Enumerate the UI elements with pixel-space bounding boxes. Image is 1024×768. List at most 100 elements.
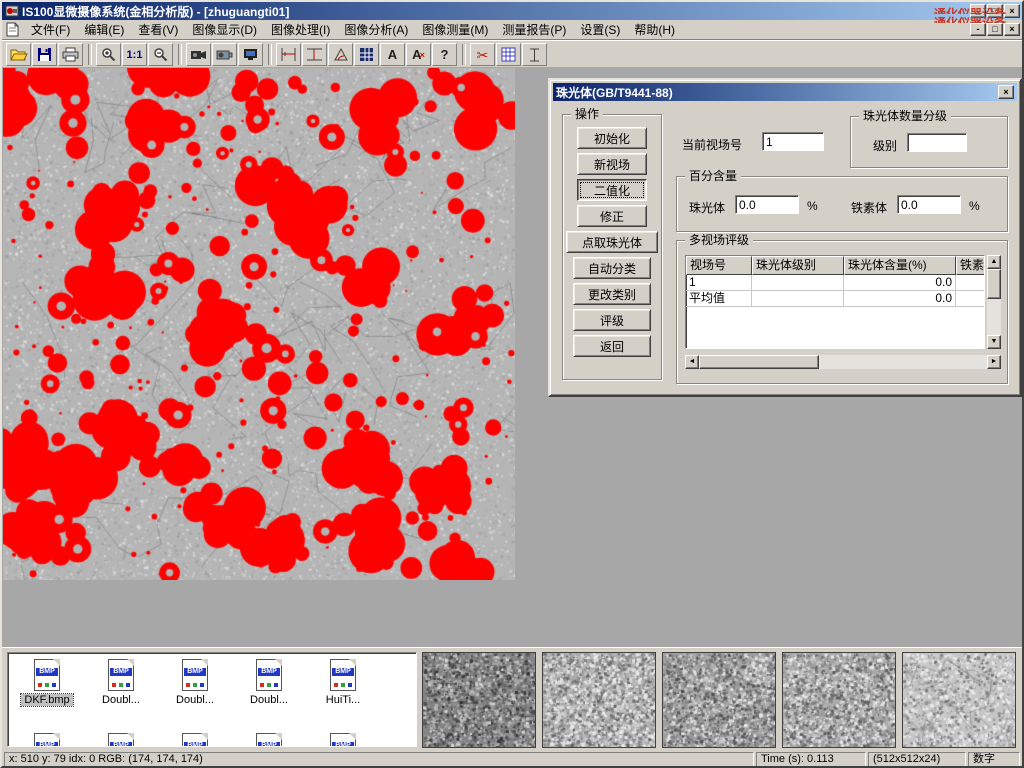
scroll-left-icon[interactable]: ◄: [685, 355, 699, 369]
table-hscrollbar[interactable]: ◄ ►: [685, 355, 1001, 369]
zoom-in-icon[interactable]: [96, 43, 121, 66]
op-button-6[interactable]: 自动分类: [573, 257, 651, 279]
menu-item-2[interactable]: 编辑(E): [77, 19, 131, 40]
menu-item-4[interactable]: 图像显示(D): [185, 19, 264, 40]
title-bar[interactable]: IS100显微摄像系统(金相分析版) - [zhuguangti01] _ □ …: [2, 2, 1022, 20]
menu-item-6[interactable]: 图像分析(A): [337, 19, 415, 40]
hscroll-track[interactable]: [699, 355, 987, 369]
bmp-file-icon: BMP: [182, 733, 208, 747]
table-header-3[interactable]: 珠光体含量(%): [844, 256, 956, 275]
cut-icon[interactable]: ✂: [470, 43, 495, 66]
hscroll-thumb[interactable]: [699, 355, 819, 369]
vscroll-thumb[interactable]: [987, 269, 1001, 299]
save-icon[interactable]: [32, 43, 57, 66]
open-icon[interactable]: [6, 43, 31, 66]
status-bar: x: 510 y: 79 idx: 0 RGB: (174, 174, 174)…: [2, 751, 1022, 768]
menu-item-8[interactable]: 测量报告(P): [495, 19, 573, 40]
current-field-input[interactable]: [762, 132, 824, 151]
caliper-vertical-icon[interactable]: [276, 43, 301, 66]
file-item-partial[interactable]: BMP: [158, 729, 232, 747]
thumbnail-image-4[interactable]: [782, 652, 896, 748]
dialog-close-icon[interactable]: ×: [998, 85, 1014, 99]
thumbnail-image-2[interactable]: [542, 652, 656, 748]
thumbnail-image-1[interactable]: [422, 652, 536, 748]
vscroll-track[interactable]: [987, 269, 1001, 335]
help-icon[interactable]: ?: [432, 43, 457, 66]
bmp-file-icon: BMP: [330, 733, 356, 747]
capture-icon[interactable]: [238, 43, 263, 66]
video-camera-icon[interactable]: [212, 43, 237, 66]
grade-input[interactable]: [907, 133, 967, 152]
file-item-partial[interactable]: BMP: [84, 729, 158, 747]
ferrite-percent-input[interactable]: [897, 195, 961, 214]
bmp-file-icon: BMP: [108, 659, 134, 691]
op-button-5[interactable]: 点取珠光体: [566, 231, 658, 253]
file-item-partial[interactable]: BMP: [232, 729, 306, 747]
cursor-position-panel: x: 510 y: 79 idx: 0 RGB: (174, 174, 174): [4, 752, 754, 767]
dialog-title: 珠光体(GB/T9441-88): [556, 84, 997, 101]
file-item-5[interactable]: BMP HuiTi...: [306, 655, 380, 729]
op-button-8[interactable]: 评级: [573, 309, 651, 331]
text-tool-icon[interactable]: A: [380, 43, 405, 66]
file-item-1[interactable]: BMPDKF.bmp: [10, 655, 84, 729]
table-row[interactable]: 10.0: [686, 275, 984, 291]
menu-item-5[interactable]: 图像处理(I): [264, 19, 337, 40]
pearlite-percent-input[interactable]: [735, 195, 799, 214]
menu-item-3[interactable]: 查看(V): [131, 19, 185, 40]
close-icon[interactable]: ×: [1004, 4, 1020, 18]
file-item-partial[interactable]: BMP: [306, 729, 380, 747]
camera-dark-icon[interactable]: [186, 43, 211, 66]
zoom-out-icon[interactable]: [148, 43, 173, 66]
multifield-group-title: 多视场评级: [685, 233, 753, 247]
workspace: 珠光体(GB/T9441-88) × 操作 初始化新视场二值化修正点取珠光体自动…: [2, 67, 1022, 647]
thumbnail-image-3[interactable]: [662, 652, 776, 748]
file-item-3[interactable]: BMPDoubl...: [158, 655, 232, 729]
table-body: 10.0平均值0.0: [686, 275, 984, 307]
menu-item-1[interactable]: 文件(F): [24, 19, 77, 40]
scroll-down-icon[interactable]: ▼: [987, 335, 1001, 349]
app-window: IS100显微摄像系统(金相分析版) - [zhuguangti01] _ □ …: [0, 0, 1024, 768]
actual-size-icon[interactable]: 1:1: [122, 43, 147, 66]
op-button-4[interactable]: 修正: [577, 205, 647, 227]
overlay-grid-icon[interactable]: [496, 43, 521, 66]
grid-dark-icon[interactable]: [354, 43, 379, 66]
op-button-3[interactable]: 二值化: [577, 179, 647, 201]
table-header-2[interactable]: 珠光体级别: [752, 256, 844, 275]
file-item-partial[interactable]: BMP: [10, 729, 84, 747]
thumbnail-image-5[interactable]: [902, 652, 1016, 748]
menu-item-10[interactable]: 帮助(H): [627, 19, 682, 40]
text-erase-icon[interactable]: A×: [406, 43, 431, 66]
op-button-9[interactable]: 返回: [573, 335, 651, 357]
toolbar-separator: [268, 44, 272, 65]
op-button-1[interactable]: 初始化: [577, 127, 647, 149]
cut-glyph: ✂: [477, 48, 489, 62]
file-item-2[interactable]: BMPDoubl...: [84, 655, 158, 729]
caliper-horizontal-icon[interactable]: [302, 43, 327, 66]
angle-measure-icon[interactable]: [328, 43, 353, 66]
pearlite-unit: %: [807, 199, 818, 213]
specimen-image[interactable]: [3, 68, 515, 580]
menu-item-9[interactable]: 设置(S): [573, 19, 627, 40]
mdi-minimize-icon[interactable]: -: [970, 23, 986, 36]
table-header-4[interactable]: 铁素: [956, 256, 985, 275]
toolbar-separator: [178, 44, 182, 65]
ruler-icon[interactable]: [522, 43, 547, 66]
scroll-right-icon[interactable]: ►: [987, 355, 1001, 369]
table-row[interactable]: 平均值0.0: [686, 291, 984, 307]
scroll-up-icon[interactable]: ▲: [987, 255, 1001, 269]
mdi-close-icon[interactable]: ×: [1004, 23, 1020, 36]
menu-bar: 文件(F)编辑(E)查看(V)图像显示(D)图像处理(I)图像分析(A)图像测量…: [2, 20, 1022, 40]
file-name: HuiTi...: [323, 694, 363, 706]
bmp-file-icon: BMP: [330, 659, 356, 691]
document-icon[interactable]: [6, 22, 20, 37]
dialog-title-bar[interactable]: 珠光体(GB/T9441-88) ×: [553, 83, 1017, 101]
file-item-4[interactable]: BMPDoubl...: [232, 655, 306, 729]
actual-size-label: 1:1: [127, 49, 143, 61]
menu-item-7[interactable]: 图像测量(M): [415, 19, 495, 40]
table-vscrollbar[interactable]: ▲ ▼: [987, 255, 1001, 349]
table-header-1[interactable]: 视场号: [686, 256, 752, 275]
op-button-2[interactable]: 新视场: [577, 153, 647, 175]
print-icon[interactable]: [58, 43, 83, 66]
mdi-restore-icon[interactable]: □: [987, 23, 1003, 36]
op-button-7[interactable]: 更改类别: [573, 283, 651, 305]
